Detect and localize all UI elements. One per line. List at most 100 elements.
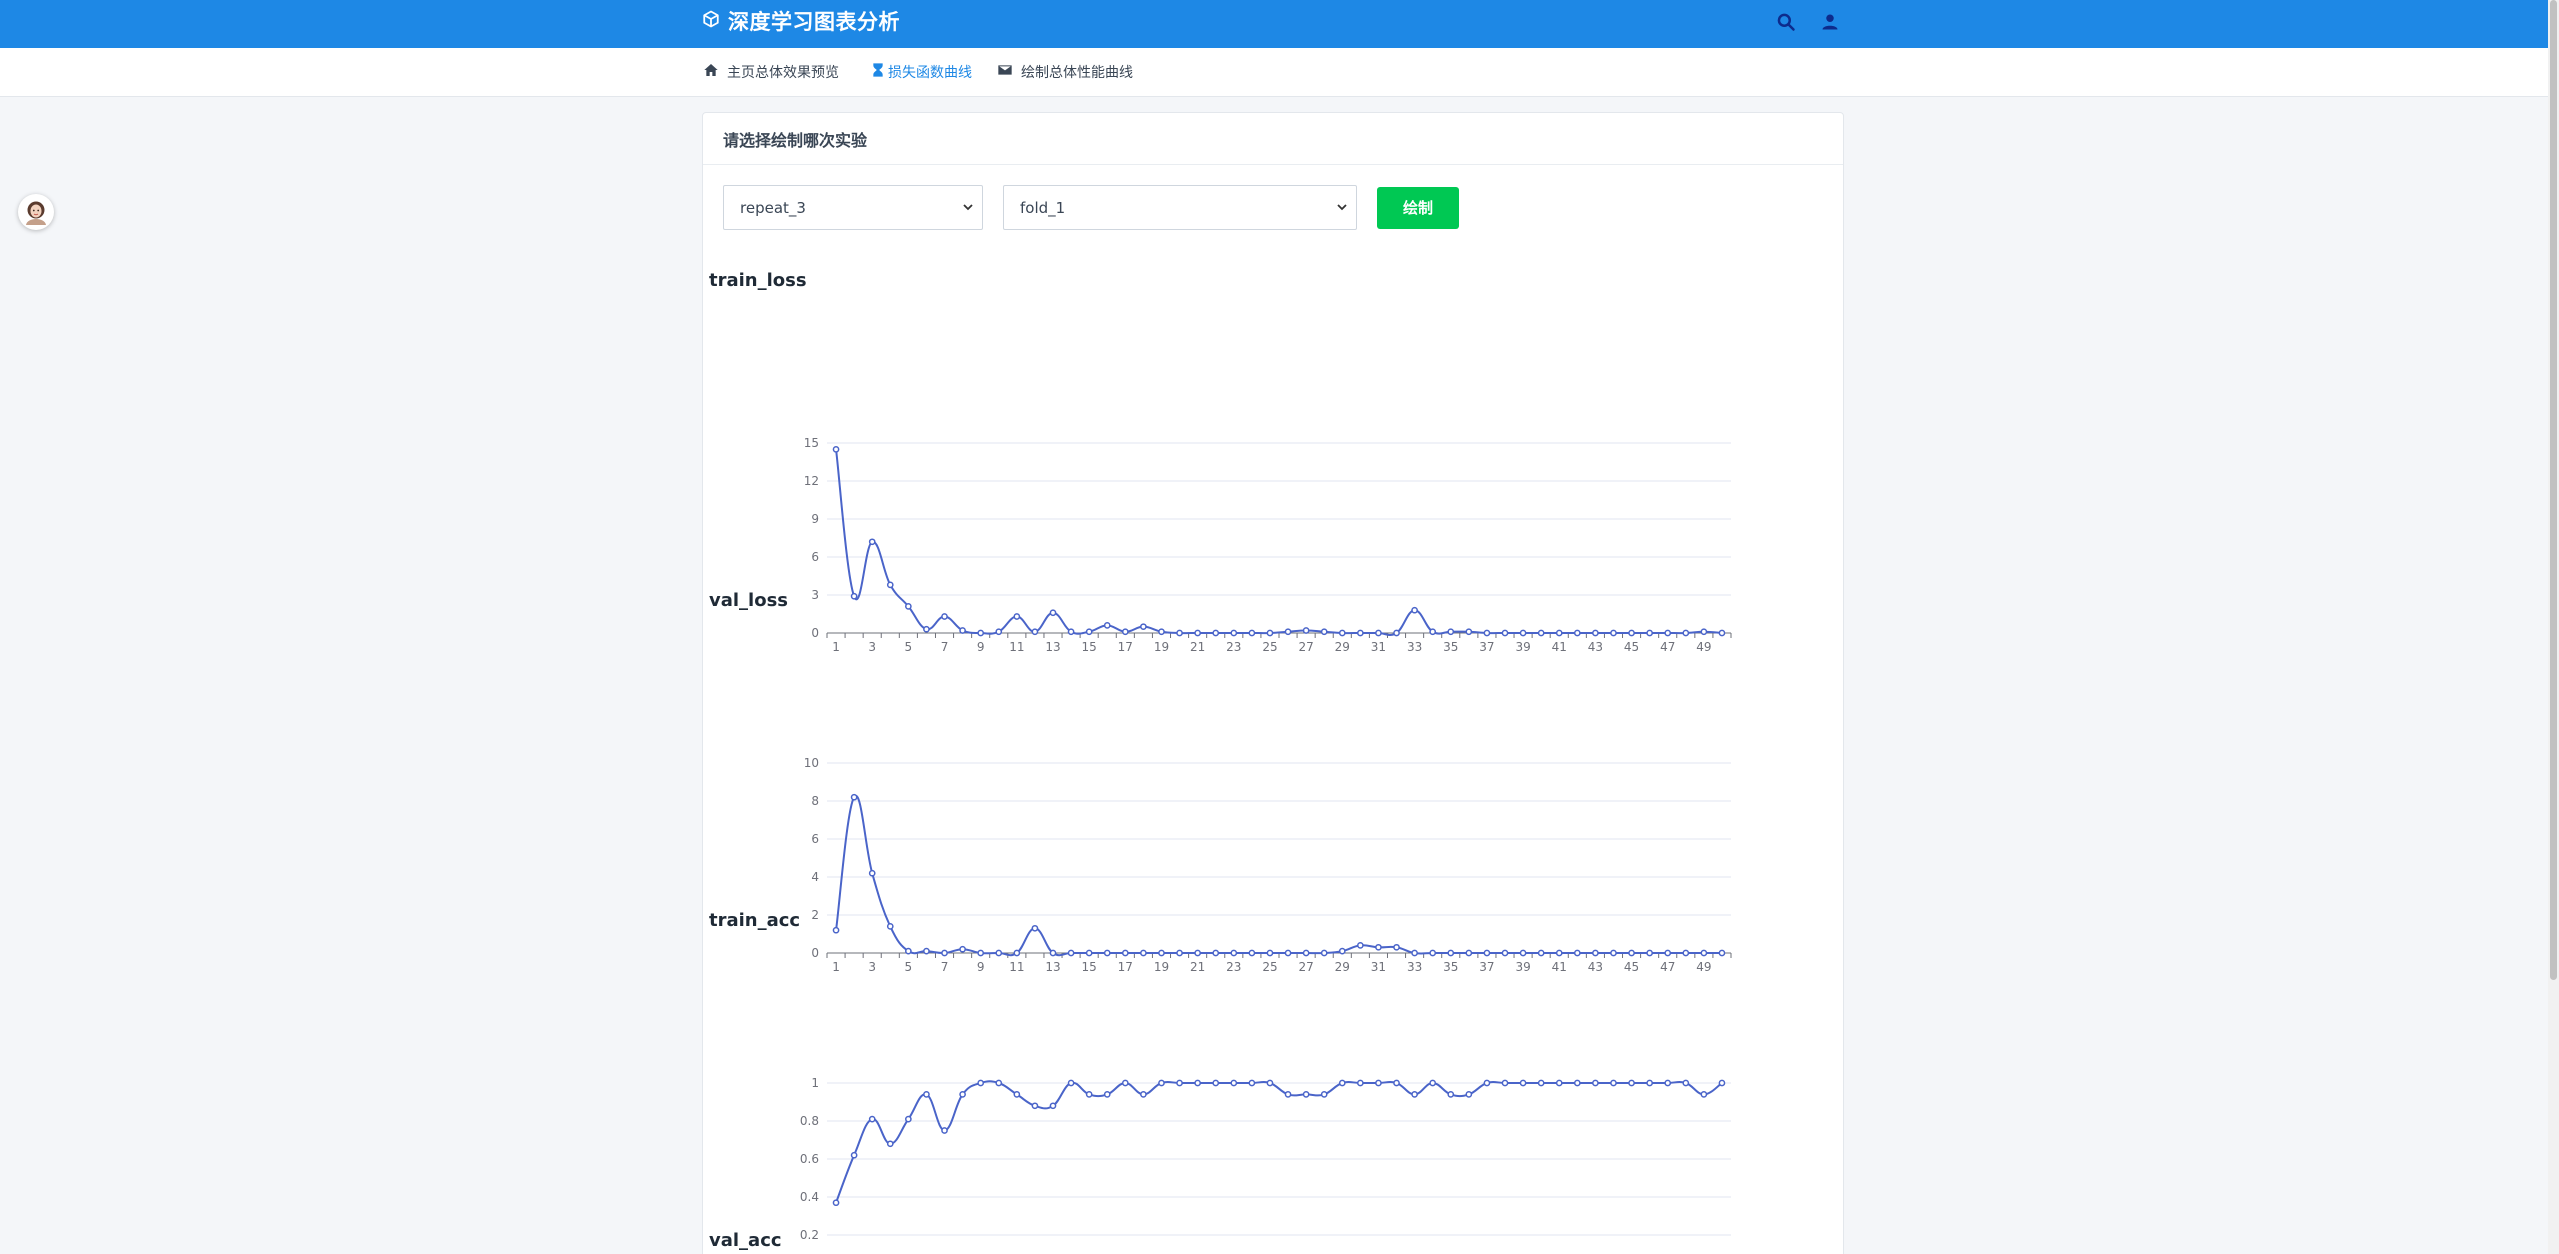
data-point[interactable]	[886, 923, 894, 930]
data-point[interactable]	[1628, 1079, 1635, 1087]
user-icon[interactable]	[1818, 10, 1842, 34]
data-point[interactable]	[1592, 1079, 1599, 1087]
search-icon[interactable]	[1774, 10, 1798, 34]
y-tick-label: 0.8	[800, 1114, 819, 1128]
data-point[interactable]	[905, 603, 912, 610]
experiment-panel: 请选择绘制哪次实验 repeat_3 fold_1 绘制 train_loss …	[702, 112, 1844, 1254]
avatar[interactable]	[18, 194, 54, 230]
panel-title: 请选择绘制哪次实验	[703, 113, 1843, 165]
data-point[interactable]	[850, 592, 858, 600]
y-tick-label: 1	[811, 1076, 819, 1090]
data-point[interactable]	[886, 581, 894, 589]
top-header: 深度学习图表分析	[0, 0, 2548, 48]
data-point[interactable]	[1320, 1091, 1328, 1098]
data-point[interactable]	[832, 1199, 840, 1207]
data-point[interactable]	[1085, 1091, 1093, 1098]
data-point[interactable]	[1067, 1079, 1075, 1087]
nav-item-label: 绘制总体性能曲线	[1021, 65, 1133, 81]
data-point[interactable]	[959, 1091, 966, 1098]
data-point[interactable]	[1682, 1079, 1690, 1087]
y-tick-label: 0.4	[800, 1190, 819, 1204]
data-point[interactable]	[1103, 1091, 1111, 1098]
data-point[interactable]	[1375, 1079, 1382, 1087]
data-point[interactable]	[1501, 1079, 1509, 1087]
y-tick-label: 6	[811, 832, 819, 846]
chart-title-train-loss: train_loss	[709, 270, 807, 291]
data-point[interactable]	[1338, 1079, 1346, 1087]
data-point[interactable]	[1031, 924, 1039, 932]
data-point[interactable]	[832, 926, 840, 934]
y-tick-label: 2	[811, 908, 819, 922]
chevron-down-icon	[1336, 199, 1348, 217]
data-point[interactable]	[1700, 1091, 1708, 1098]
repeat-select-value: repeat_3	[740, 198, 806, 217]
y-tick-label: 0.2	[800, 1228, 819, 1242]
repeat-select[interactable]: repeat_3	[723, 185, 983, 230]
data-point[interactable]	[1393, 1079, 1400, 1087]
data-point[interactable]	[1555, 1079, 1563, 1087]
data-point[interactable]	[941, 613, 948, 620]
nav-item-home[interactable]: 主页总体效果预览	[703, 48, 839, 96]
data-point[interactable]	[1718, 1079, 1726, 1087]
data-point[interactable]	[1013, 1091, 1021, 1098]
data-point[interactable]	[850, 1151, 858, 1159]
data-point[interactable]	[1031, 1102, 1039, 1110]
data-point[interactable]	[1483, 1079, 1491, 1087]
data-point[interactable]	[1266, 1079, 1274, 1087]
data-point[interactable]	[1013, 613, 1021, 620]
data-point[interactable]	[1284, 1091, 1292, 1098]
page-scrollbar-thumb[interactable]	[2550, 0, 2557, 980]
app-brand[interactable]: 深度学习图表分析	[702, 0, 900, 42]
series-line	[835, 449, 1723, 637]
data-point[interactable]	[1411, 606, 1418, 614]
data-point[interactable]	[868, 538, 876, 546]
data-point[interactable]	[1519, 1079, 1527, 1087]
data-point[interactable]	[1158, 1079, 1165, 1087]
data-point[interactable]	[868, 1115, 876, 1123]
data-point[interactable]	[1049, 609, 1057, 617]
data-point[interactable]	[1573, 1079, 1581, 1087]
y-tick-label: 3	[811, 588, 819, 602]
y-tick-label: 6	[811, 550, 819, 564]
data-point[interactable]	[905, 1115, 912, 1123]
chart-title-val-acc: val_acc	[709, 1230, 782, 1251]
data-point[interactable]	[1537, 1079, 1545, 1087]
data-point[interactable]	[1465, 1091, 1473, 1098]
data-point[interactable]	[1447, 1091, 1455, 1098]
data-point[interactable]	[1357, 1079, 1364, 1087]
train-loss-chart: 036912151 3 5 7 9 11 13 15 17 19 21 23 25 27 29 31 33 35 3…	[804, 436, 1732, 654]
data-point[interactable]	[1646, 1079, 1653, 1087]
data-point[interactable]	[941, 1127, 948, 1134]
data-point[interactable]	[850, 793, 858, 801]
data-point[interactable]	[886, 1140, 894, 1148]
data-point[interactable]	[1411, 1091, 1418, 1098]
data-point[interactable]	[1230, 1079, 1238, 1087]
cube-icon	[702, 9, 720, 33]
fold-select[interactable]: fold_1	[1003, 185, 1357, 230]
data-point[interactable]	[1121, 1079, 1129, 1087]
data-point[interactable]	[1140, 1091, 1147, 1098]
data-point[interactable]	[1610, 1079, 1617, 1087]
nav-item-performance[interactable]: 绘制总体性能曲线	[997, 48, 1133, 96]
data-point[interactable]	[1664, 1079, 1672, 1087]
mail-icon	[997, 62, 1013, 82]
draw-button[interactable]: 绘制	[1377, 186, 1459, 229]
data-point[interactable]	[923, 1091, 930, 1098]
nav-item-loss-curve[interactable]: 损失函数曲线	[870, 48, 972, 96]
data-point[interactable]	[1429, 1079, 1437, 1087]
nav-bar: 主页总体效果预览 损失函数曲线 绘制总体性能曲线	[0, 48, 2548, 97]
fold-select-value: fold_1	[1020, 198, 1066, 217]
data-point[interactable]	[832, 445, 840, 453]
data-point[interactable]	[1049, 1102, 1057, 1110]
data-point[interactable]	[1176, 1079, 1183, 1087]
data-point[interactable]	[995, 1079, 1003, 1087]
y-tick-label: 4	[811, 870, 819, 884]
data-point[interactable]	[1248, 1079, 1256, 1087]
y-tick-label: 12	[804, 474, 819, 488]
data-point[interactable]	[977, 1079, 985, 1087]
data-point[interactable]	[868, 869, 876, 877]
nav-item-label: 主页总体效果预览	[727, 65, 839, 81]
data-point[interactable]	[1302, 1091, 1310, 1098]
data-point[interactable]	[1212, 1079, 1220, 1087]
data-point[interactable]	[1194, 1079, 1201, 1087]
